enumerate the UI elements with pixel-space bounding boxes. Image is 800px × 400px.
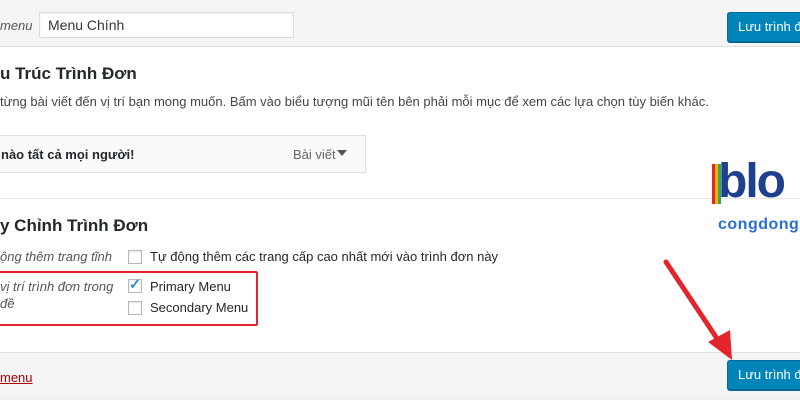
menu-settings-title: y Chỉnh Trình Đơn — [0, 216, 149, 235]
delete-menu-link[interactable]: menu — [0, 370, 33, 385]
menu-item[interactable]: nào tất cả mọi người! Bài viết — [0, 135, 366, 173]
menu-editor-panel: menu Lưu trình đơn u Trúc Trình Đơn từng… — [0, 0, 800, 395]
section-divider — [0, 198, 800, 199]
save-menu-button-top[interactable]: Lưu trình đơn — [727, 12, 800, 42]
highlight-box — [0, 271, 258, 326]
menu-item-title: nào tất cả mọi người! — [1, 147, 135, 162]
watermark-text: blo — [718, 158, 786, 208]
menu-item-type: Bài viết — [293, 147, 336, 162]
menu-header-bar: menu Lưu trình đơn — [0, 0, 800, 47]
menu-name-label: menu — [0, 18, 33, 33]
watermark-logo: blo congdong — [712, 158, 800, 238]
auto-add-pages-checkbox[interactable] — [128, 250, 142, 264]
auto-add-pages-label: ộng thêm trang tĩnh — [0, 249, 113, 264]
save-menu-button-bottom[interactable]: Lưu trình đơn — [727, 360, 800, 390]
menu-name-input[interactable] — [39, 12, 294, 38]
pointer-arrow-icon — [663, 259, 732, 360]
watermark-subtext: congdong — [718, 216, 800, 233]
menu-structure-title: u Trúc Trình Đơn — [0, 64, 137, 83]
menu-structure-description: từng bài viết đến vị trí bạn mong muốn. … — [0, 94, 709, 109]
auto-add-pages-option-label[interactable]: Tự động thêm các trang cấp cao nhất mới … — [150, 249, 498, 264]
expand-arrow-icon[interactable] — [337, 150, 347, 156]
